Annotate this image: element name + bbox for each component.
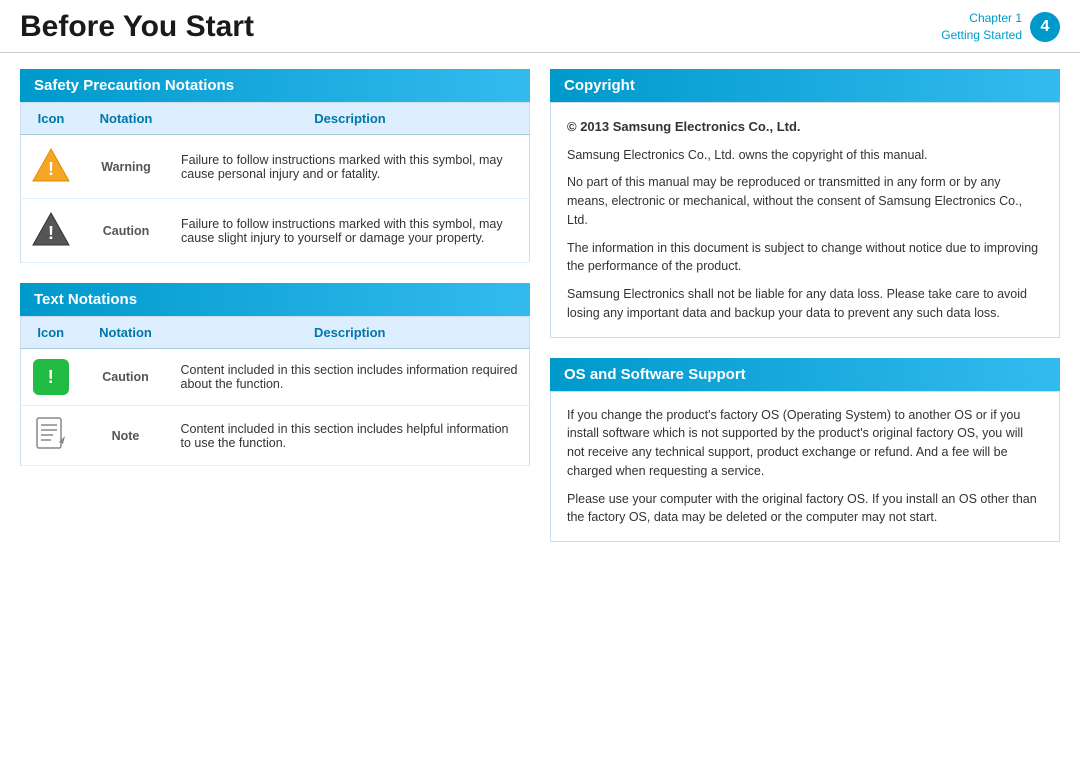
safety-col-icon: Icon bbox=[21, 103, 82, 135]
safety-col-notation: Notation bbox=[81, 103, 171, 135]
table-row: ! Caution Content included in this secti… bbox=[21, 349, 530, 406]
table-row: ! Warning Failure to follow instructions… bbox=[21, 135, 530, 199]
page-number-badge: 4 bbox=[1030, 12, 1060, 42]
text-col-notation: Notation bbox=[81, 317, 171, 349]
os-section-header: OS and Software Support bbox=[550, 358, 1060, 391]
caution-icon-cell: ! bbox=[21, 199, 82, 263]
os-p2: Please use your computer with the origin… bbox=[567, 490, 1043, 528]
page-title: Before You Start bbox=[20, 10, 254, 44]
svg-text:!: ! bbox=[48, 159, 54, 179]
right-column: Copyright © 2013 Samsung Electronics Co.… bbox=[550, 69, 1060, 542]
warning-description: Failure to follow instructions marked wi… bbox=[171, 135, 530, 199]
caution-notation: Caution bbox=[81, 199, 171, 263]
copyright-p2: No part of this manual may be reproduced… bbox=[567, 173, 1043, 229]
warning-icon-cell: ! bbox=[21, 135, 82, 199]
warning-notation: Warning bbox=[81, 135, 171, 199]
note-icon-cell bbox=[21, 406, 81, 466]
os-block: If you change the product's factory OS (… bbox=[550, 391, 1060, 543]
safety-section-header: Safety Precaution Notations bbox=[20, 69, 530, 102]
os-p1: If you change the product's factory OS (… bbox=[567, 406, 1043, 481]
text-table: Icon Notation Description ! Caution Cont… bbox=[20, 316, 530, 466]
safety-table-header-row: Icon Notation Description bbox=[21, 103, 530, 135]
green-caution-icon-cell: ! bbox=[21, 349, 81, 406]
green-caution-description: Content included in this section include… bbox=[171, 349, 530, 406]
text-col-description: Description bbox=[171, 317, 530, 349]
safety-table: Icon Notation Description ! Warning Fail… bbox=[20, 102, 530, 263]
page-header: Before You Start Chapter 1 Getting Start… bbox=[0, 0, 1080, 53]
green-caution-notation: Caution bbox=[81, 349, 171, 406]
copyright-section-header: Copyright bbox=[550, 69, 1060, 102]
chapter-line2: Getting Started bbox=[941, 27, 1022, 44]
note-paper-icon bbox=[33, 416, 69, 452]
copyright-p4: Samsung Electronics shall not be liable … bbox=[567, 285, 1043, 323]
caution-triangle-icon: ! bbox=[31, 209, 71, 249]
note-notation: Note bbox=[81, 406, 171, 466]
chapter-text: Chapter 1 Getting Started bbox=[941, 10, 1022, 44]
copyright-bold: © 2013 Samsung Electronics Co., Ltd. bbox=[567, 117, 1043, 137]
text-section-header: Text Notations bbox=[20, 283, 530, 316]
note-description: Content included in this section include… bbox=[171, 406, 530, 466]
text-col-icon: Icon bbox=[21, 317, 81, 349]
chapter-info: Chapter 1 Getting Started 4 bbox=[941, 10, 1060, 44]
table-row: ! Caution Failure to follow instructions… bbox=[21, 199, 530, 263]
text-table-header-row: Icon Notation Description bbox=[21, 317, 530, 349]
table-row: Note Content included in this section in… bbox=[21, 406, 530, 466]
svg-text:!: ! bbox=[48, 223, 54, 243]
safety-col-description: Description bbox=[171, 103, 530, 135]
copyright-p1: Samsung Electronics Co., Ltd. owns the c… bbox=[567, 146, 1043, 165]
caution-description: Failure to follow instructions marked wi… bbox=[171, 199, 530, 263]
warning-triangle-icon: ! bbox=[31, 145, 71, 185]
left-column: Safety Precaution Notations Icon Notatio… bbox=[20, 69, 530, 542]
copyright-p3: The information in this document is subj… bbox=[567, 239, 1043, 277]
main-content: Safety Precaution Notations Icon Notatio… bbox=[0, 53, 1080, 558]
chapter-line1: Chapter 1 bbox=[941, 10, 1022, 27]
green-caution-icon: ! bbox=[33, 359, 69, 395]
copyright-block: © 2013 Samsung Electronics Co., Ltd. Sam… bbox=[550, 102, 1060, 338]
